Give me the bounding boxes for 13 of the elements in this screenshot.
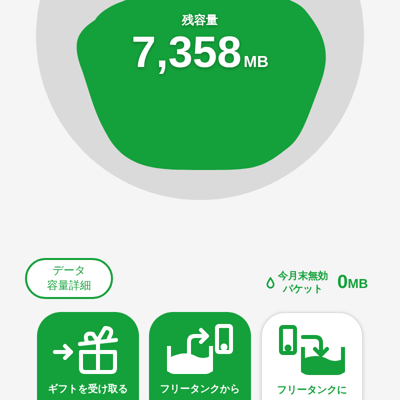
data-details-button[interactable]: データ 容量詳細 bbox=[25, 258, 113, 299]
remaining-label: 残容量 bbox=[182, 12, 218, 29]
expiring-packets-label: 今月末無効 パケット bbox=[278, 270, 328, 296]
tank-to-phone-icon bbox=[165, 324, 235, 374]
expiring-value: 0 bbox=[337, 272, 348, 294]
action-button[interactable]: ギフトを受け取る bbox=[37, 312, 139, 400]
action-button[interactable]: フリータンクに bbox=[261, 312, 363, 400]
drop-icon bbox=[266, 277, 276, 289]
remaining-unit: MB bbox=[244, 54, 268, 72]
phone-to-tank-icon bbox=[277, 325, 347, 375]
remaining-value: 7,358 bbox=[132, 31, 242, 75]
action-button[interactable]: フリータンクから bbox=[149, 312, 251, 400]
expiring-unit: MB bbox=[348, 276, 368, 291]
